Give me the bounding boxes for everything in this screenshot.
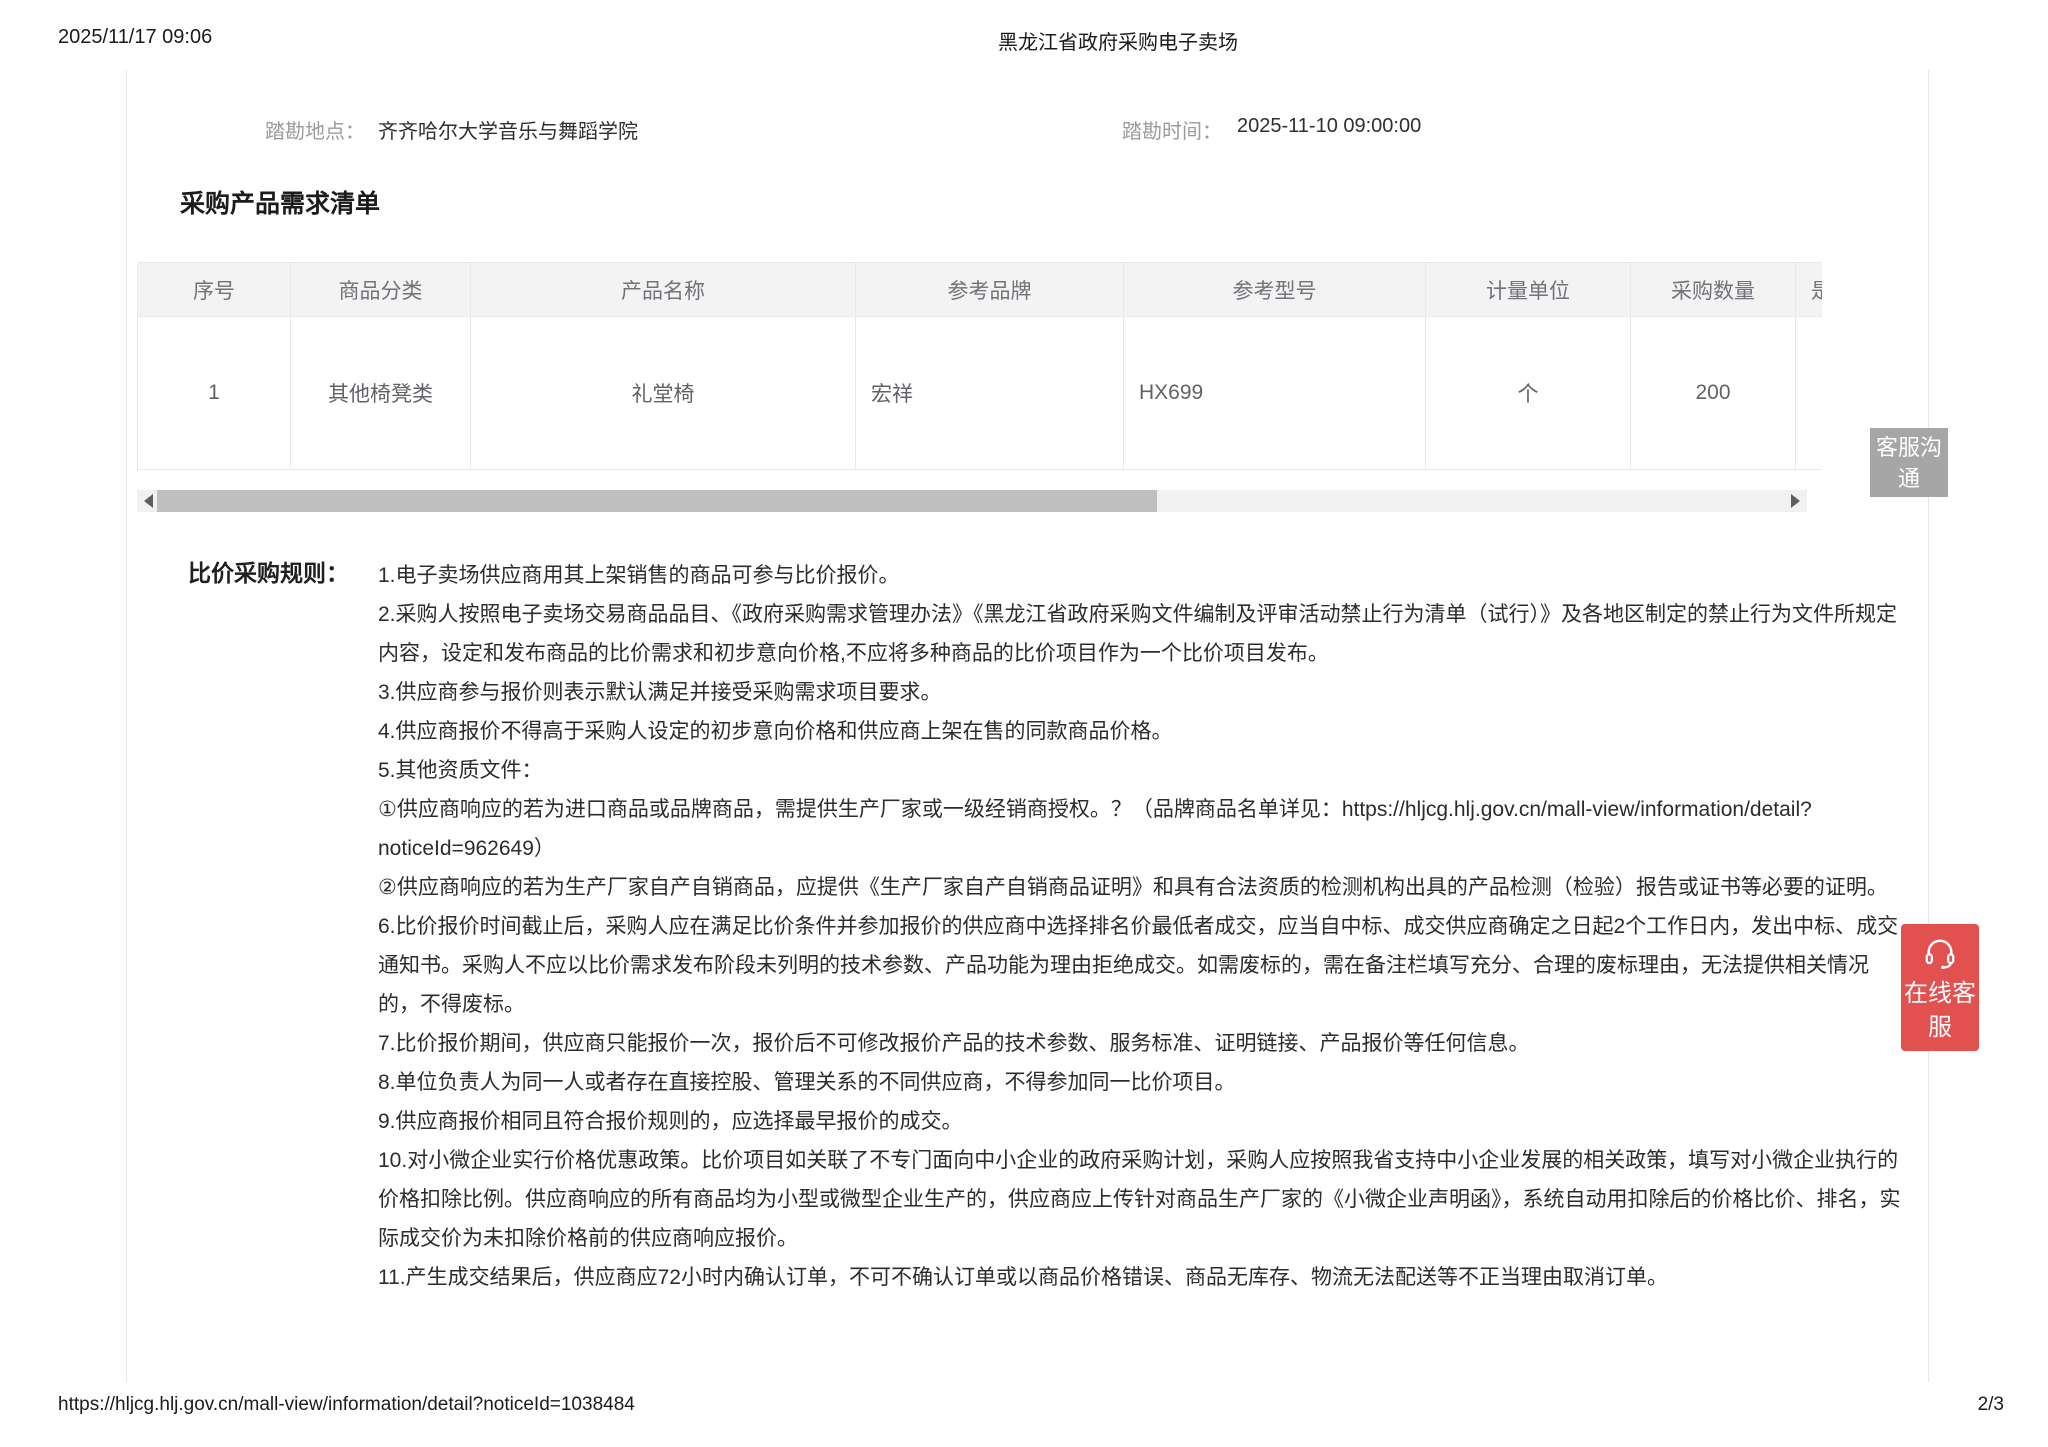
rule-item: ②供应商响应的若为生产厂家自产自销商品，应提供《生产厂家自产自销商品证明》和具有… <box>378 868 1908 907</box>
table-row: 1其他椅凳类礼堂椅宏祥HX699个200 <box>138 317 1822 470</box>
scroll-left-icon[interactable] <box>144 494 153 508</box>
rule-item: 6.比价报价时间截止后，采购人应在满足比价条件并参加报价的供应商中选择排名价最低… <box>378 907 1908 1024</box>
survey-location-label: 踏勘地点： <box>265 115 365 144</box>
content-left-border <box>126 70 127 1382</box>
rule-item: 8.单位负责人为同一人或者存在直接控股、管理关系的不同供应商，不得参加同一比价项… <box>378 1063 1908 1102</box>
headset-icon <box>1901 937 1979 969</box>
column-header: 采购数量 <box>1631 263 1796 317</box>
online-service-label: 在线客服 <box>1901 977 1979 1045</box>
product-list-heading: 采购产品需求清单 <box>180 184 380 220</box>
column-header: 是 <box>1796 263 1822 317</box>
table-body: 1其他椅凳类礼堂椅宏祥HX699个200 <box>138 317 1822 470</box>
rule-item: ①供应商响应的若为进口商品或品牌商品，需提供生产厂家或一级经销商授权。？（品牌商… <box>378 790 1908 868</box>
rule-item: 9.供应商报价相同且符合报价规则的，应选择最早报价的成交。 <box>378 1102 1908 1141</box>
content-right-border <box>1928 70 1929 1382</box>
rule-item: 2.采购人按照电子卖场交易商品品目、《政府采购需求管理办法》《黑龙江省政府采购文… <box>378 595 1908 673</box>
online-service-button[interactable]: 在线客服 <box>1901 924 1979 1051</box>
print-datetime: 2025/11/17 09:06 <box>58 26 212 49</box>
column-header: 参考品牌 <box>856 263 1124 317</box>
rule-item: 7.比价报价期间，供应商只能报价一次，报价后不可修改报价产品的技术参数、服务标准… <box>378 1024 1908 1063</box>
rules-list: 1.电子卖场供应商用其上架销售的商品可参与比价报价。2.采购人按照电子卖场交易商… <box>378 556 1908 1297</box>
survey-time-value: 2025-11-10 09:00:00 <box>1237 115 1421 138</box>
column-header: 序号 <box>138 263 291 317</box>
rule-item: 10.对小微企业实行价格优惠政策。比价项目如关联了不专门面向中小企业的政府采购计… <box>378 1141 1908 1258</box>
survey-location-value: 齐齐哈尔大学音乐与舞蹈学院 <box>378 115 638 144</box>
scrollbar-thumb[interactable] <box>157 490 1157 512</box>
rule-item: 1.电子卖场供应商用其上架销售的商品可参与比价报价。 <box>378 556 1908 595</box>
rule-item: 11.产生成交结果后，供应商应72小时内确认订单，不可不确认订单或以商品价格错误… <box>378 1258 1908 1297</box>
table-header-row: 序号商品分类产品名称参考品牌参考型号计量单位采购数量是 <box>138 263 1822 317</box>
table-cell: 宏祥 <box>856 317 1124 470</box>
column-header: 参考型号 <box>1124 263 1426 317</box>
table-cell <box>1796 317 1822 470</box>
rule-item: 3.供应商参与报价则表示默认满足并接受采购需求项目要求。 <box>378 673 1908 712</box>
column-header: 产品名称 <box>471 263 856 317</box>
product-table: 序号商品分类产品名称参考品牌参考型号计量单位采购数量是 1其他椅凳类礼堂椅宏祥H… <box>137 262 1822 471</box>
table-cell: 200 <box>1631 317 1796 470</box>
rule-item: 4.供应商报价不得高于采购人设定的初步意向价格和供应商上架在售的同款商品价格。 <box>378 712 1908 751</box>
customer-chat-button[interactable]: 客服沟通 <box>1870 428 1948 497</box>
table-cell: 1 <box>138 317 291 470</box>
table-cell: 个 <box>1426 317 1631 470</box>
column-header: 计量单位 <box>1426 263 1631 317</box>
column-header: 商品分类 <box>291 263 471 317</box>
print-page-number: 2/3 <box>1978 1394 2004 1416</box>
table-cell: 其他椅凳类 <box>291 317 471 470</box>
print-footer-url: https://hljcg.hlj.gov.cn/mall-view/infor… <box>58 1394 635 1416</box>
table-horizontal-scrollbar[interactable] <box>137 490 1807 512</box>
survey-time-label: 踏勘时间： <box>1122 115 1222 144</box>
scroll-right-icon[interactable] <box>1791 494 1800 508</box>
table-cell: 礼堂椅 <box>471 317 856 470</box>
table-cell: HX699 <box>1124 317 1426 470</box>
page-title: 黑龙江省政府采购电子卖场 <box>998 26 1238 55</box>
rule-item: 5.其他资质文件： <box>378 751 1908 790</box>
rules-label: 比价采购规则： <box>188 554 349 588</box>
